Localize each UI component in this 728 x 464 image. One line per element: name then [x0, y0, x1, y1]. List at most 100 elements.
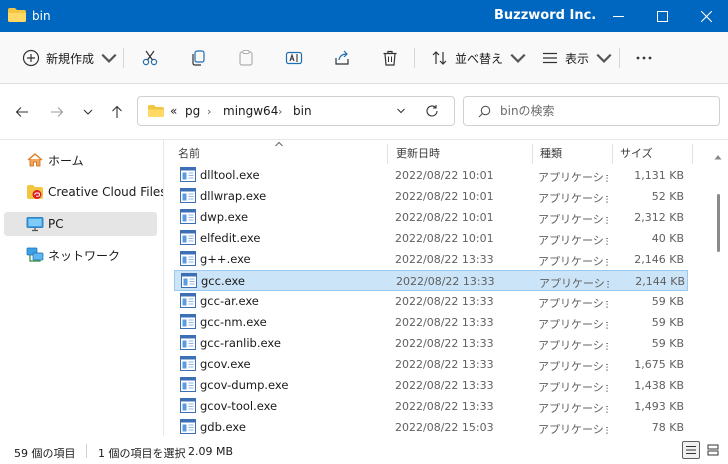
address-row: « pg › mingw64 › bin [0, 84, 728, 140]
rename-button[interactable] [285, 44, 303, 72]
up-button[interactable] [107, 102, 127, 122]
sort-button[interactable]: 並べ替え [431, 44, 527, 72]
breadcrumb-pg[interactable]: pg [185, 104, 200, 118]
column-header-size[interactable]: サイズ [612, 140, 692, 166]
file-type: アプリケーション [538, 318, 608, 331]
scroll-up-icon[interactable] [714, 154, 722, 160]
view-icon [543, 52, 557, 64]
share-button[interactable] [333, 44, 351, 72]
view-button[interactable]: 表示 [541, 44, 613, 72]
table-row[interactable]: gdb.exe 2022/08/22 15:03 アプリケーション 78 KB [174, 417, 688, 438]
sidebar-item-label: ホーム [48, 153, 84, 168]
close-icon [700, 10, 712, 22]
file-size: 2,144 KB [635, 275, 685, 288]
exe-file-icon [181, 273, 197, 288]
table-row[interactable]: gcc-ranlib.exe 2022/08/22 13:33 アプリケーション 59… [174, 333, 688, 354]
sidebar-item-home[interactable]: ホーム [4, 148, 157, 172]
copy-button[interactable] [189, 44, 207, 72]
more-button[interactable] [635, 44, 653, 72]
sidebar-item-pc[interactable]: PC [4, 212, 157, 236]
file-name: elfedit.exe [200, 231, 261, 245]
file-name: gcc-nm.exe [200, 315, 267, 329]
selection-size: 2.09 MB [188, 445, 234, 458]
cut-button[interactable] [141, 44, 159, 72]
close-button[interactable] [684, 0, 728, 32]
file-size: 52 KB [651, 190, 684, 203]
back-button[interactable] [12, 102, 32, 122]
sidebar-item-label: PC [48, 217, 64, 231]
file-type: アプリケーション [538, 297, 608, 310]
maximize-button[interactable] [640, 0, 684, 32]
refresh-icon[interactable] [425, 104, 439, 118]
sidebar-item-creative-cloud[interactable]: Creative Cloud Files [4, 180, 167, 204]
file-type: アプリケーション [538, 255, 608, 268]
paste-button[interactable] [237, 44, 255, 72]
breadcrumb-separator[interactable]: › [278, 105, 282, 118]
delete-button[interactable] [381, 44, 399, 72]
file-name: gcov-tool.exe [200, 399, 278, 413]
chevron-down-icon [510, 53, 526, 63]
forward-button[interactable] [47, 102, 67, 122]
file-type: アプリケーション [538, 423, 608, 436]
table-row[interactable]: g++.exe 2022/08/22 13:33 アプリケーション 2,146 KB [174, 249, 688, 270]
table-row[interactable]: elfedit.exe 2022/08/22 10:01 アプリケーション 40 KB [174, 228, 688, 249]
file-size: 2,146 KB [634, 253, 684, 266]
command-bar: 新規作成 並べ替え 表示 [0, 32, 728, 84]
search-box[interactable] [463, 96, 720, 126]
file-date: 2022/08/22 13:33 [395, 400, 494, 413]
table-row[interactable]: dlltool.exe 2022/08/22 10:01 アプリケーション 1,131… [174, 165, 688, 186]
sidebar-item-network[interactable]: ネットワーク [4, 243, 157, 267]
column-header-type[interactable]: 種類 [532, 140, 612, 166]
file-size: 1,131 KB [634, 169, 684, 182]
minimize-button[interactable] [596, 0, 640, 32]
breadcrumb-mingw64[interactable]: mingw64 [223, 104, 278, 118]
details-view-button[interactable] [682, 441, 700, 459]
file-size: 2,312 KB [634, 211, 684, 224]
breadcrumb-bin[interactable]: bin [293, 104, 312, 118]
file-size: 1,438 KB [634, 379, 684, 392]
toolbar-divider [414, 48, 415, 68]
table-row[interactable]: gcc-nm.exe 2022/08/22 13:33 アプリケーション 59 KB [174, 312, 688, 333]
table-row[interactable]: gcov.exe 2022/08/22 13:33 アプリケーション 1,675 KB [174, 354, 688, 375]
table-row[interactable]: dllwrap.exe 2022/08/22 10:01 アプリケーション 52 KB [174, 186, 688, 207]
column-header-name[interactable]: 名前 [170, 140, 386, 166]
vertical-scrollbar[interactable] [714, 152, 722, 436]
file-date: 2022/08/22 13:33 [395, 295, 494, 308]
minimize-icon [612, 15, 624, 17]
chevron-down-icon [101, 53, 117, 63]
column-divider[interactable] [692, 144, 693, 164]
file-type: アプリケーション [538, 339, 608, 352]
file-type: アプリケーション [538, 171, 608, 184]
address-bar[interactable]: « pg › mingw64 › bin [137, 96, 455, 126]
new-label: 新規作成 [46, 51, 95, 66]
search-input[interactable] [500, 103, 710, 119]
file-name: dlltool.exe [200, 168, 260, 182]
pc-icon [26, 217, 44, 232]
file-date: 2022/08/22 13:33 [395, 379, 494, 392]
scrollbar-thumb[interactable] [717, 194, 720, 252]
chevron-down-icon[interactable] [396, 106, 406, 116]
file-name: dwp.exe [200, 210, 249, 224]
tiles-view-button[interactable] [704, 441, 722, 459]
recent-locations-button[interactable] [78, 102, 98, 122]
column-header-date[interactable]: 更新日時 [388, 140, 532, 166]
table-row[interactable]: gcc.exe 2022/08/22 13:33 アプリケーション 2,144 KB [174, 270, 688, 291]
plus-circle-icon [22, 49, 40, 67]
search-icon [478, 105, 491, 118]
table-row[interactable]: gcov-tool.exe 2022/08/22 13:33 アプリケーション 1,4… [174, 396, 688, 417]
exe-file-icon [180, 209, 196, 224]
rename-icon [285, 51, 303, 65]
new-button[interactable]: 新規作成 [22, 44, 118, 72]
column-header-label: 種類 [540, 147, 562, 160]
file-name: gdb.exe [200, 420, 246, 434]
breadcrumb-separator[interactable]: › [207, 105, 211, 118]
view-label: 表示 [565, 51, 590, 66]
table-row[interactable]: gcov-dump.exe 2022/08/22 13:33 アプリケーション 1,4… [174, 375, 688, 396]
breadcrumb-overflow[interactable]: « [170, 104, 177, 118]
table-row[interactable]: dwp.exe 2022/08/22 10:01 アプリケーション 2,312 KB [174, 207, 688, 228]
delete-icon [383, 50, 397, 66]
column-header-label: サイズ [620, 147, 653, 160]
table-row[interactable]: gcc-ar.exe 2022/08/22 13:33 アプリケーション 59 KB [174, 291, 688, 312]
chevron-down-icon [83, 109, 93, 115]
folder-icon [148, 105, 164, 117]
